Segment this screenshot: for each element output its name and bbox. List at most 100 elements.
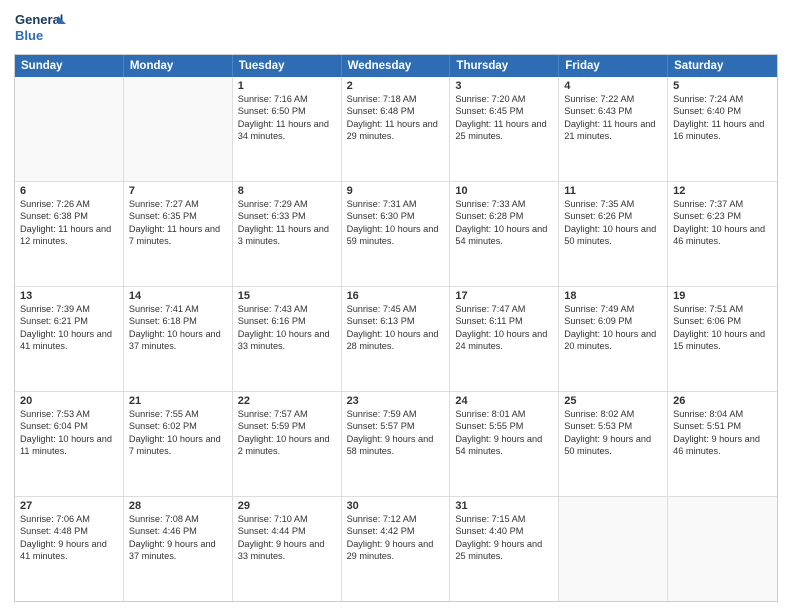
day-number: 26 — [673, 395, 772, 407]
cell-info: Sunrise: 7:24 AM Sunset: 6:40 PM Dayligh… — [673, 93, 772, 143]
day-header-monday: Monday — [124, 55, 233, 77]
svg-text:General: General — [15, 12, 63, 27]
cell-info: Sunrise: 7:10 AM Sunset: 4:44 PM Dayligh… — [238, 513, 336, 563]
cell-info: Sunrise: 7:47 AM Sunset: 6:11 PM Dayligh… — [455, 303, 553, 353]
day-cell-7: 7Sunrise: 7:27 AM Sunset: 6:35 PM Daylig… — [124, 182, 233, 286]
day-number: 11 — [564, 185, 662, 197]
cell-info: Sunrise: 7:12 AM Sunset: 4:42 PM Dayligh… — [347, 513, 445, 563]
cell-info: Sunrise: 7:39 AM Sunset: 6:21 PM Dayligh… — [20, 303, 118, 353]
day-number: 19 — [673, 290, 772, 302]
empty-cell — [15, 77, 124, 181]
cell-info: Sunrise: 7:45 AM Sunset: 6:13 PM Dayligh… — [347, 303, 445, 353]
week-row-4: 20Sunrise: 7:53 AM Sunset: 6:04 PM Dayli… — [15, 392, 777, 497]
cell-info: Sunrise: 7:43 AM Sunset: 6:16 PM Dayligh… — [238, 303, 336, 353]
day-header-thursday: Thursday — [450, 55, 559, 77]
day-cell-4: 4Sunrise: 7:22 AM Sunset: 6:43 PM Daylig… — [559, 77, 668, 181]
day-number: 3 — [455, 80, 553, 92]
day-number: 12 — [673, 185, 772, 197]
calendar: SundayMondayTuesdayWednesdayThursdayFrid… — [14, 54, 778, 602]
week-row-1: 1Sunrise: 7:16 AM Sunset: 6:50 PM Daylig… — [15, 77, 777, 182]
page: General Blue SundayMondayTuesdayWednesda… — [0, 0, 792, 612]
cell-info: Sunrise: 7:08 AM Sunset: 4:46 PM Dayligh… — [129, 513, 227, 563]
calendar-body: 1Sunrise: 7:16 AM Sunset: 6:50 PM Daylig… — [15, 77, 777, 601]
week-row-2: 6Sunrise: 7:26 AM Sunset: 6:38 PM Daylig… — [15, 182, 777, 287]
day-cell-19: 19Sunrise: 7:51 AM Sunset: 6:06 PM Dayli… — [668, 287, 777, 391]
day-number: 10 — [455, 185, 553, 197]
cell-info: Sunrise: 7:49 AM Sunset: 6:09 PM Dayligh… — [564, 303, 662, 353]
empty-cell — [559, 497, 668, 601]
cell-info: Sunrise: 8:02 AM Sunset: 5:53 PM Dayligh… — [564, 408, 662, 458]
day-cell-6: 6Sunrise: 7:26 AM Sunset: 6:38 PM Daylig… — [15, 182, 124, 286]
cell-info: Sunrise: 7:57 AM Sunset: 5:59 PM Dayligh… — [238, 408, 336, 458]
day-cell-9: 9Sunrise: 7:31 AM Sunset: 6:30 PM Daylig… — [342, 182, 451, 286]
cell-info: Sunrise: 7:55 AM Sunset: 6:02 PM Dayligh… — [129, 408, 227, 458]
day-number: 1 — [238, 80, 336, 92]
cell-info: Sunrise: 7:29 AM Sunset: 6:33 PM Dayligh… — [238, 198, 336, 248]
header: General Blue — [14, 10, 778, 48]
day-number: 6 — [20, 185, 118, 197]
day-cell-24: 24Sunrise: 8:01 AM Sunset: 5:55 PM Dayli… — [450, 392, 559, 496]
day-cell-8: 8Sunrise: 7:29 AM Sunset: 6:33 PM Daylig… — [233, 182, 342, 286]
day-cell-14: 14Sunrise: 7:41 AM Sunset: 6:18 PM Dayli… — [124, 287, 233, 391]
cell-info: Sunrise: 7:22 AM Sunset: 6:43 PM Dayligh… — [564, 93, 662, 143]
day-cell-23: 23Sunrise: 7:59 AM Sunset: 5:57 PM Dayli… — [342, 392, 451, 496]
cell-info: Sunrise: 7:20 AM Sunset: 6:45 PM Dayligh… — [455, 93, 553, 143]
cell-info: Sunrise: 7:53 AM Sunset: 6:04 PM Dayligh… — [20, 408, 118, 458]
day-number: 25 — [564, 395, 662, 407]
cell-info: Sunrise: 8:01 AM Sunset: 5:55 PM Dayligh… — [455, 408, 553, 458]
day-cell-1: 1Sunrise: 7:16 AM Sunset: 6:50 PM Daylig… — [233, 77, 342, 181]
day-header-tuesday: Tuesday — [233, 55, 342, 77]
day-cell-25: 25Sunrise: 8:02 AM Sunset: 5:53 PM Dayli… — [559, 392, 668, 496]
day-number: 24 — [455, 395, 553, 407]
day-header-sunday: Sunday — [15, 55, 124, 77]
day-cell-11: 11Sunrise: 7:35 AM Sunset: 6:26 PM Dayli… — [559, 182, 668, 286]
day-number: 31 — [455, 500, 553, 512]
day-number: 18 — [564, 290, 662, 302]
day-cell-28: 28Sunrise: 7:08 AM Sunset: 4:46 PM Dayli… — [124, 497, 233, 601]
day-cell-12: 12Sunrise: 7:37 AM Sunset: 6:23 PM Dayli… — [668, 182, 777, 286]
empty-cell — [124, 77, 233, 181]
cell-info: Sunrise: 7:06 AM Sunset: 4:48 PM Dayligh… — [20, 513, 118, 563]
day-cell-21: 21Sunrise: 7:55 AM Sunset: 6:02 PM Dayli… — [124, 392, 233, 496]
day-number: 15 — [238, 290, 336, 302]
day-cell-26: 26Sunrise: 8:04 AM Sunset: 5:51 PM Dayli… — [668, 392, 777, 496]
cell-info: Sunrise: 8:04 AM Sunset: 5:51 PM Dayligh… — [673, 408, 772, 458]
day-number: 29 — [238, 500, 336, 512]
day-cell-18: 18Sunrise: 7:49 AM Sunset: 6:09 PM Dayli… — [559, 287, 668, 391]
day-number: 30 — [347, 500, 445, 512]
day-cell-10: 10Sunrise: 7:33 AM Sunset: 6:28 PM Dayli… — [450, 182, 559, 286]
svg-text:Blue: Blue — [15, 28, 43, 43]
cell-info: Sunrise: 7:41 AM Sunset: 6:18 PM Dayligh… — [129, 303, 227, 353]
cell-info: Sunrise: 7:51 AM Sunset: 6:06 PM Dayligh… — [673, 303, 772, 353]
day-cell-27: 27Sunrise: 7:06 AM Sunset: 4:48 PM Dayli… — [15, 497, 124, 601]
day-number: 7 — [129, 185, 227, 197]
cell-info: Sunrise: 7:26 AM Sunset: 6:38 PM Dayligh… — [20, 198, 118, 248]
cell-info: Sunrise: 7:18 AM Sunset: 6:48 PM Dayligh… — [347, 93, 445, 143]
cell-info: Sunrise: 7:37 AM Sunset: 6:23 PM Dayligh… — [673, 198, 772, 248]
day-cell-5: 5Sunrise: 7:24 AM Sunset: 6:40 PM Daylig… — [668, 77, 777, 181]
day-number: 14 — [129, 290, 227, 302]
calendar-header: SundayMondayTuesdayWednesdayThursdayFrid… — [15, 55, 777, 77]
day-number: 5 — [673, 80, 772, 92]
cell-info: Sunrise: 7:35 AM Sunset: 6:26 PM Dayligh… — [564, 198, 662, 248]
cell-info: Sunrise: 7:33 AM Sunset: 6:28 PM Dayligh… — [455, 198, 553, 248]
week-row-3: 13Sunrise: 7:39 AM Sunset: 6:21 PM Dayli… — [15, 287, 777, 392]
day-number: 20 — [20, 395, 118, 407]
day-number: 21 — [129, 395, 227, 407]
day-cell-22: 22Sunrise: 7:57 AM Sunset: 5:59 PM Dayli… — [233, 392, 342, 496]
day-cell-31: 31Sunrise: 7:15 AM Sunset: 4:40 PM Dayli… — [450, 497, 559, 601]
day-number: 22 — [238, 395, 336, 407]
empty-cell — [668, 497, 777, 601]
day-cell-29: 29Sunrise: 7:10 AM Sunset: 4:44 PM Dayli… — [233, 497, 342, 601]
day-number: 13 — [20, 290, 118, 302]
day-cell-2: 2Sunrise: 7:18 AM Sunset: 6:48 PM Daylig… — [342, 77, 451, 181]
cell-info: Sunrise: 7:27 AM Sunset: 6:35 PM Dayligh… — [129, 198, 227, 248]
day-number: 23 — [347, 395, 445, 407]
day-cell-20: 20Sunrise: 7:53 AM Sunset: 6:04 PM Dayli… — [15, 392, 124, 496]
day-header-wednesday: Wednesday — [342, 55, 451, 77]
day-number: 28 — [129, 500, 227, 512]
day-cell-17: 17Sunrise: 7:47 AM Sunset: 6:11 PM Dayli… — [450, 287, 559, 391]
day-number: 17 — [455, 290, 553, 302]
cell-info: Sunrise: 7:16 AM Sunset: 6:50 PM Dayligh… — [238, 93, 336, 143]
week-row-5: 27Sunrise: 7:06 AM Sunset: 4:48 PM Dayli… — [15, 497, 777, 601]
